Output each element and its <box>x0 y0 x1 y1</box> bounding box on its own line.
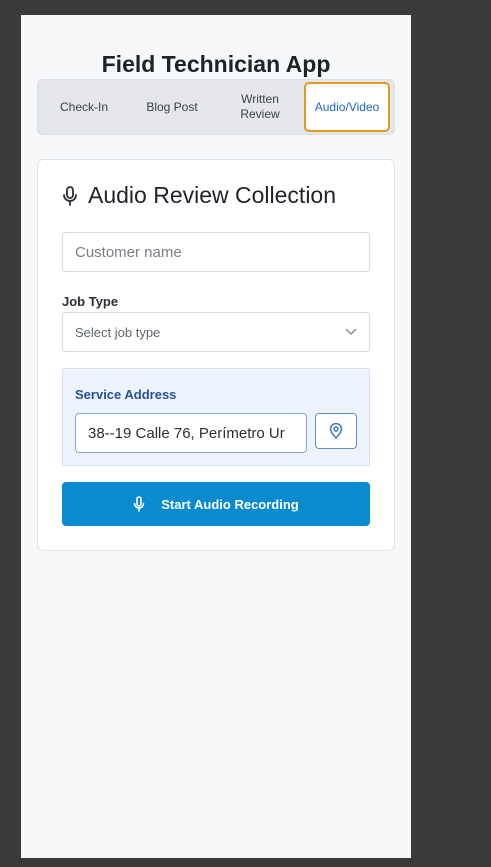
job-type-select[interactable]: Select job type <box>62 312 370 352</box>
tab-bar: Check-In Blog Post Written Review Audio/… <box>37 79 395 135</box>
card-header: Audio Review Collection <box>62 182 336 209</box>
map-pin-icon <box>329 423 343 439</box>
microphone-icon <box>63 185 77 206</box>
app-title: Field Technician App <box>101 51 331 77</box>
audio-review-card: Audio Review Collection Job Type Select … <box>37 159 395 551</box>
chevron-down-icon <box>345 328 357 335</box>
service-address-section: Service Address <box>62 368 370 466</box>
tab-audio-video[interactable]: Audio/Video <box>304 82 390 132</box>
tab-written-review[interactable]: Written Review <box>216 82 304 132</box>
tab-written-review-label: Written Review <box>240 92 280 121</box>
tab-check-in[interactable]: Check-In <box>40 82 128 132</box>
locate-address-button[interactable] <box>315 413 357 449</box>
start-audio-recording-label: Start Audio Recording <box>161 496 299 512</box>
card-title: Audio Review Collection <box>88 182 337 208</box>
job-type-label: Job Type <box>62 294 119 309</box>
tab-blog-post[interactable]: Blog Post <box>128 82 216 132</box>
customer-name-input[interactable] <box>62 232 370 272</box>
job-type-selected: Select job type <box>75 324 161 340</box>
app-container: Field Technician App Check-In Blog Post … <box>21 15 411 858</box>
service-address-input[interactable] <box>75 413 307 453</box>
service-address-label: Service Address <box>75 387 177 402</box>
start-audio-recording-button[interactable]: Start Audio Recording <box>62 482 370 526</box>
microphone-icon <box>133 496 145 512</box>
